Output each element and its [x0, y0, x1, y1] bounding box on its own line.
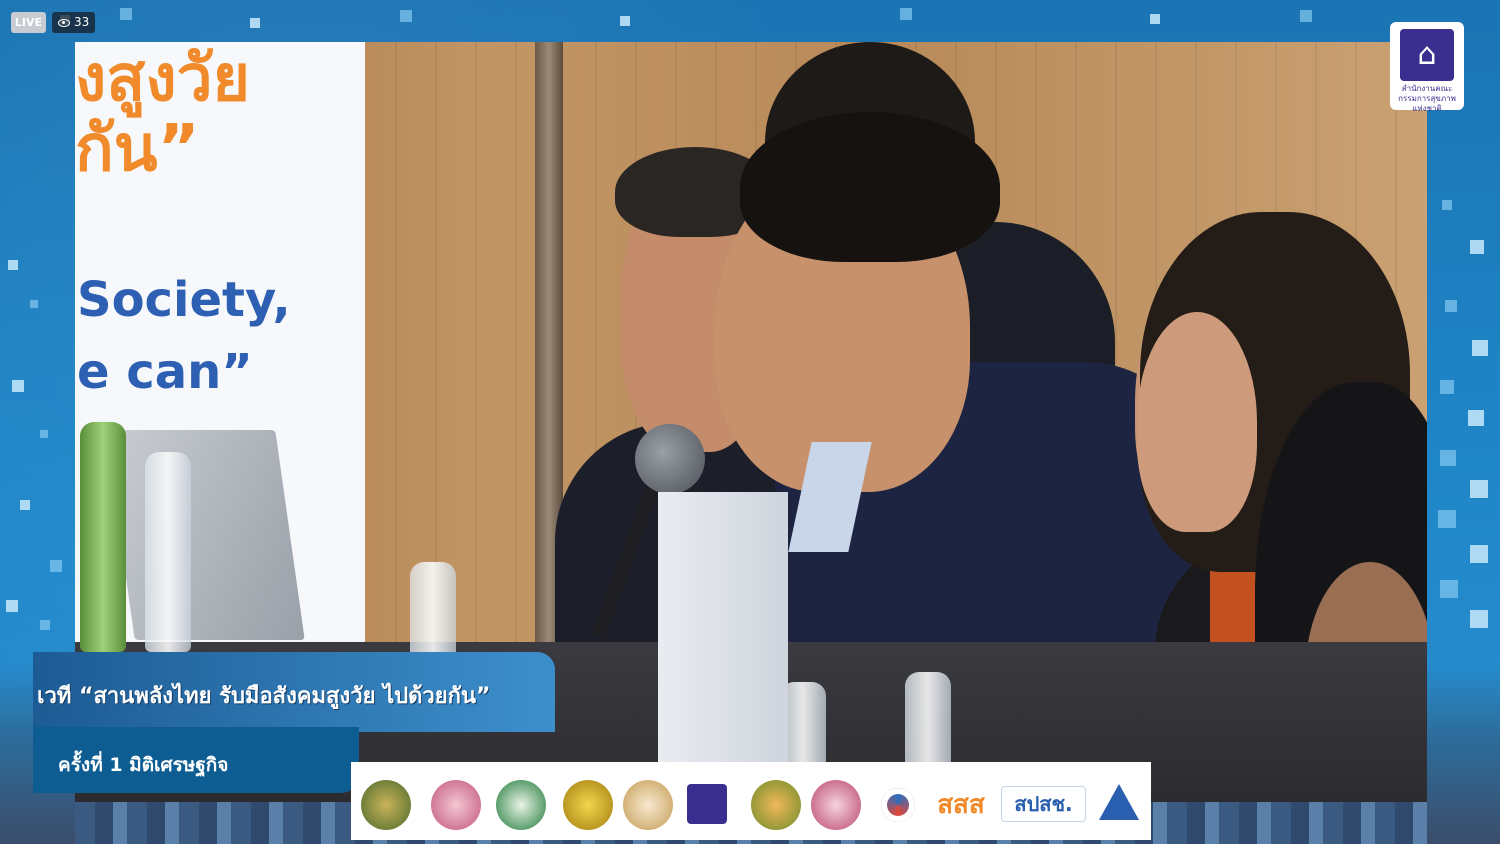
laptop: [105, 430, 305, 640]
seal-pink-2-icon: [811, 780, 861, 830]
logo-caption: สำนักงานคณะกรรมการสุขภาพแห่งชาติ: [1398, 84, 1456, 113]
tree-logo-icon: [751, 780, 801, 830]
banner-thai-text: งสูงวัย กัน”: [75, 42, 250, 186]
nationalhealth-logo-small-icon: [687, 784, 727, 824]
water-bottle-1: [145, 452, 191, 652]
seal-green-health-icon: [496, 780, 546, 830]
lower-third-subtitle: ครั้งที่ 1 มิติเศรษฐกิจ: [58, 754, 229, 776]
lower-third-title: เวที “สานพลังไทย รับมือสังคมสูงวัย ไปด้ว…: [37, 684, 491, 709]
crowd-illustration-right: [1427, 664, 1500, 844]
seal-pink-icon: [431, 780, 481, 830]
seal-gold-icon: [623, 780, 673, 830]
name-card: [658, 492, 788, 802]
viewer-count-value: 33: [74, 15, 90, 29]
woman-face-front: [1137, 312, 1257, 532]
sss-logo-icon: สสส: [937, 790, 985, 820]
eye-icon: [58, 18, 70, 27]
spsch-logo-icon: สปสช.: [1001, 786, 1086, 822]
tea-bottle: [80, 422, 126, 652]
seal-yellow-icon: [563, 780, 613, 830]
microphone: [635, 424, 705, 494]
broadcaster-logo: ⌂ สำนักงานคณะกรรมการสุขภาพแห่งชาติ: [1390, 22, 1464, 113]
nationalhealth-logo-icon: ⌂: [1400, 29, 1454, 81]
seal-gold-green-icon: [361, 780, 411, 830]
banner-english-text: Society, e can”: [77, 272, 291, 400]
live-badge: LIVE: [11, 12, 46, 33]
speaker-hair: [740, 112, 1000, 262]
triangle-logo-icon: [1099, 784, 1139, 820]
ring-logo-icon: [873, 780, 923, 830]
viewer-count: 33: [52, 12, 96, 33]
sponsor-logo-strip: สสส สปสช.: [351, 762, 1151, 840]
